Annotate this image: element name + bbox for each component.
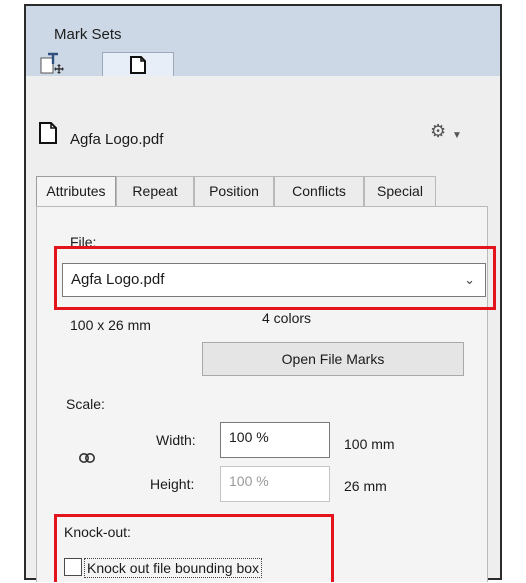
open-file-marks-button[interactable]: Open File Marks: [202, 342, 464, 376]
text-mark-button[interactable]: [38, 52, 88, 76]
chevron-down-icon[interactable]: ▼: [452, 130, 462, 141]
file-dimensions: 100 x 26 mm: [70, 317, 151, 333]
height-field[interactable]: 100 %: [220, 466, 330, 502]
knockout-label: Knock-out:: [64, 524, 131, 540]
chevron-down-icon: ⌄: [464, 272, 475, 287]
tab-conflicts[interactable]: Conflicts: [274, 176, 364, 206]
link-icon[interactable]: [78, 452, 96, 464]
file-colors: 4 colors: [262, 310, 312, 326]
scale-label: Scale:: [66, 396, 105, 412]
knockout-checkbox[interactable]: [64, 558, 82, 576]
panel-title: Mark Sets: [54, 26, 122, 43]
file-mark-icon: [130, 56, 146, 74]
mark-sets-panel: Mark Sets Agfa Logo.pdf ⚙ ▼ Attributes R…: [24, 4, 502, 582]
height-label: Height:: [150, 476, 195, 492]
mark-sets-header: Mark Sets: [26, 6, 500, 76]
file-select-value: Agfa Logo.pdf: [71, 271, 165, 288]
tab-repeat[interactable]: Repeat: [116, 176, 194, 206]
gear-icon[interactable]: ⚙: [430, 121, 446, 142]
width-mm: 100 mm: [344, 436, 395, 452]
tab-position[interactable]: Position: [194, 176, 274, 206]
file-select[interactable]: Agfa Logo.pdf ⌄: [62, 263, 486, 297]
height-mm: 26 mm: [344, 478, 387, 494]
tab-attributes[interactable]: Attributes: [36, 176, 116, 207]
knockout-checkbox-label[interactable]: Knock out file bounding box: [84, 558, 263, 578]
file-title: Agfa Logo.pdf: [70, 131, 164, 148]
width-label: Width:: [156, 432, 196, 448]
width-field[interactable]: 100 %: [220, 422, 330, 458]
file-mark-button[interactable]: [102, 52, 174, 76]
text-mark-icon: [40, 52, 64, 74]
file-document-icon: [39, 122, 57, 144]
tab-special[interactable]: Special: [364, 176, 436, 206]
